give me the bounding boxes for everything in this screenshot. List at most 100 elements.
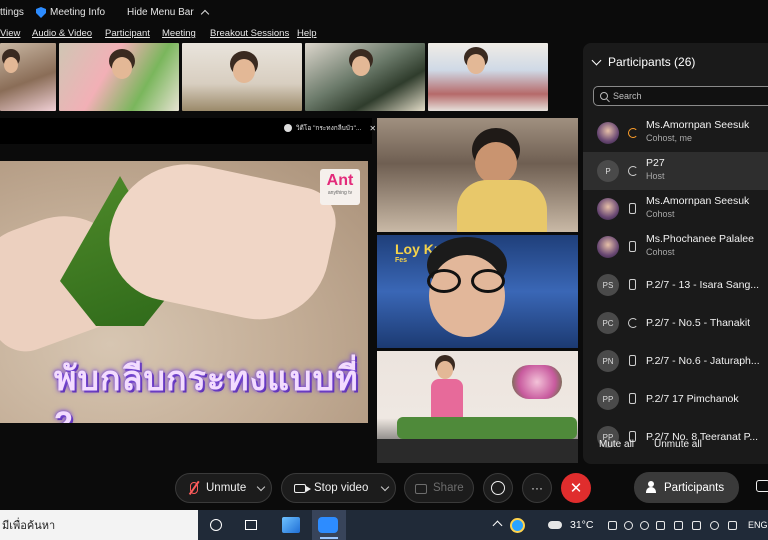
smile-icon — [491, 481, 505, 495]
weather-widget-icon[interactable] — [510, 518, 525, 533]
participants-panel: Participants (26) Ms.Amornpan Seesuk Coho… — [583, 43, 768, 464]
share-button[interactable]: Share — [404, 473, 474, 503]
video-thumbnail[interactable] — [428, 43, 548, 111]
participants-panel-header[interactable]: Participants (26) — [591, 55, 696, 69]
sync-icon — [628, 166, 638, 176]
participant-search[interactable] — [593, 86, 768, 106]
participant-row[interactable]: PS P.2/7 - 13 - Isara Sang... — [583, 266, 768, 304]
avatar — [597, 198, 619, 220]
photos-icon[interactable] — [282, 517, 300, 533]
video-thumbnail[interactable] — [0, 43, 56, 111]
display-icon[interactable] — [608, 521, 617, 530]
avatar: PP — [597, 388, 619, 410]
video-thumbnail[interactable] — [59, 43, 179, 111]
participant-row[interactable]: Ms.Amornpan Seesuk Cohost, me — [583, 114, 768, 152]
sync-orange-icon — [628, 128, 638, 138]
avatar: PC — [597, 312, 619, 334]
participant-row[interactable]: P P27 Host — [583, 152, 768, 190]
participant-video[interactable]: Loy Kra Fes — [377, 235, 578, 348]
settings-menu[interactable]: ttings — [0, 7, 24, 18]
video-thumbnail[interactable] — [182, 43, 302, 111]
chevron-up-icon[interactable] — [492, 520, 503, 531]
phone-icon — [629, 241, 636, 252]
participant-name: P27 — [646, 157, 665, 169]
shared-video-chip[interactable]: วิดีโอ "กระทงกลีบบัว"... ✕ — [284, 123, 376, 133]
mic-muted-icon — [190, 482, 198, 494]
participant-name: P.2/7 17 Pimchanok — [646, 393, 739, 405]
close-icon[interactable]: ✕ — [369, 124, 376, 133]
language-indicator[interactable]: ENG — [748, 510, 768, 540]
meeting-info-menu[interactable]: Meeting Info — [36, 7, 105, 18]
participant-name: P.2/7 - No.5 - Thanakit — [646, 317, 751, 329]
hide-menu-bar-button[interactable]: Hide Menu Bar — [127, 7, 209, 19]
unmute-all-button[interactable]: Unmute all — [654, 439, 702, 450]
sync-icon — [628, 318, 638, 328]
avatar: P — [597, 160, 619, 182]
participants-title: Participants (26) — [608, 55, 696, 69]
participant-row[interactable]: Ms.Phochanee Palalee Cohost — [583, 228, 768, 266]
network-icon[interactable] — [674, 521, 683, 530]
phone-icon — [629, 203, 636, 214]
participant-name: P.2/7 - 13 - Isara Sang... — [646, 279, 760, 291]
participant-row[interactable]: PC P.2/7 - No.5 - Thanakit — [583, 304, 768, 342]
participant-role: Host — [646, 171, 665, 181]
wifi-icon[interactable] — [710, 521, 719, 530]
participant-row[interactable]: PN P.2/7 - No.6 - Jaturaph... — [583, 342, 768, 380]
chevron-down-icon[interactable] — [591, 55, 602, 65]
shield-icon — [36, 7, 46, 18]
mute-all-button[interactable]: Mute all — [599, 439, 634, 450]
menu-view[interactable]: View — [0, 28, 20, 39]
menu-audio-video[interactable]: Audio & Video — [32, 28, 92, 39]
menu-breakout-sessions[interactable]: Breakout Sessions — [210, 28, 289, 39]
chat-icon[interactable] — [756, 480, 768, 492]
onedrive-icon[interactable] — [640, 521, 649, 530]
participant-name: Ms.Phochanee Palalee — [646, 233, 754, 245]
volume-icon[interactable] — [728, 521, 737, 530]
avatar: PN — [597, 350, 619, 372]
participant-row[interactable]: Ms.Amornpan Seesuk Cohost — [583, 190, 768, 228]
participant-video[interactable] — [377, 118, 578, 232]
participant-row[interactable]: PP P.2/7 17 Pimchanok — [583, 380, 768, 418]
taskbar-search[interactable]: มีเพื่อค้นหา — [0, 510, 198, 540]
reactions-button[interactable] — [483, 473, 513, 503]
cloud-icon — [548, 521, 562, 529]
search-input[interactable] — [613, 91, 763, 101]
avatar: PS — [597, 274, 619, 296]
participant-name: P.2/7 - No.6 - Jaturaph... — [646, 355, 760, 367]
people-icon — [646, 481, 658, 493]
cortana-icon[interactable] — [210, 519, 222, 531]
phone-icon — [629, 355, 636, 366]
menu-meeting[interactable]: Meeting — [162, 28, 196, 39]
close-icon: ✕ — [569, 480, 583, 497]
participant-video[interactable] — [377, 351, 578, 463]
menu-help[interactable]: Help — [297, 28, 317, 39]
end-meeting-button[interactable]: ✕ — [561, 473, 591, 503]
shared-screen-video[interactable]: Ant anything tv พับกลีบกระทงแบบที่ 2 — [0, 161, 368, 423]
more-button[interactable]: ··· — [522, 473, 552, 503]
menu-participant[interactable]: Participant — [105, 28, 150, 39]
participant-name: Ms.Amornpan Seesuk — [646, 195, 750, 207]
phone-icon — [629, 279, 636, 290]
top-menu-bar: ttings Meeting Info Hide Menu Bar — [0, 0, 768, 26]
chevron-down-icon[interactable] — [256, 482, 266, 492]
unmute-button[interactable]: Unmute — [175, 473, 272, 503]
mic-icon[interactable] — [624, 521, 633, 530]
panel-footer: Mute all Unmute all — [599, 439, 702, 450]
chevron-up-icon — [200, 9, 209, 19]
zoom-meeting-window: ttings Meeting Info Hide Menu Bar View A… — [0, 0, 768, 540]
search-icon — [600, 92, 608, 100]
more-icon: ··· — [531, 481, 543, 495]
chevron-down-icon[interactable] — [380, 482, 390, 492]
battery-icon[interactable] — [692, 521, 701, 530]
video-overlay-title: พับกลีบกระทงแบบที่ 2 — [54, 360, 359, 423]
stop-video-button[interactable]: Stop video — [281, 473, 396, 503]
printer-icon[interactable] — [656, 521, 665, 530]
zoom-app-icon[interactable] — [318, 517, 338, 533]
temperature-label[interactable]: 31°C — [570, 510, 593, 540]
participant-name: Ms.Amornpan Seesuk — [646, 119, 750, 131]
participants-button[interactable]: Participants — [634, 472, 739, 503]
ant-logo: Ant anything tv — [320, 169, 360, 205]
task-view-icon[interactable] — [245, 520, 257, 530]
video-thumbnail[interactable] — [305, 43, 425, 111]
participant-row[interactable]: PP P.2/7 No. 8 Teeranat P... — [583, 418, 768, 456]
